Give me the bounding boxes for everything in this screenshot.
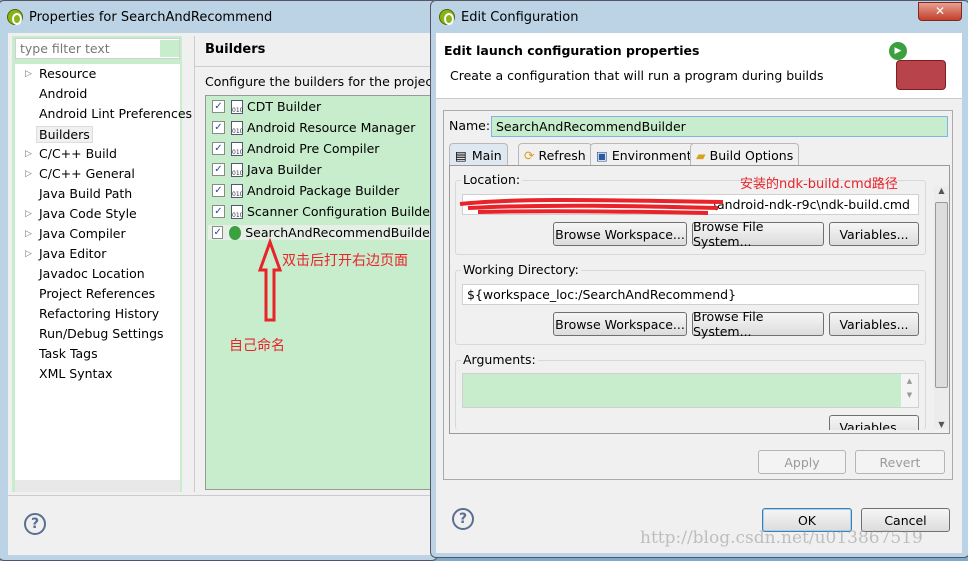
name-input[interactable]: SearchAndRecommendBuilder bbox=[491, 116, 948, 137]
builder-checkbox[interactable]: ✓ bbox=[212, 226, 224, 239]
annotation-ndk-path: 安装的ndk-build.cmd路径 bbox=[740, 177, 898, 192]
apply-button[interactable]: Apply bbox=[758, 450, 846, 474]
filter-input[interactable]: type filter text bbox=[15, 38, 180, 59]
location-variables-button[interactable]: Variables... bbox=[829, 222, 919, 246]
program-builder-icon bbox=[229, 225, 242, 240]
redaction-scribble bbox=[459, 198, 724, 215]
builder-icon: 010 bbox=[231, 183, 243, 198]
tree-item[interactable]: Run/Debug Settings bbox=[39, 326, 164, 341]
tree-item[interactable]: Java Build Path bbox=[39, 186, 132, 201]
expand-arrow-icon[interactable]: ▷ bbox=[25, 169, 32, 179]
workdir-browse-workspace-button[interactable]: Browse Workspace... bbox=[553, 312, 687, 336]
working-directory-input[interactable]: ${workspace_loc:/SearchAndRecommend} bbox=[462, 284, 919, 305]
annotation-double-click: 双击后打开右边页面 bbox=[282, 253, 408, 269]
header-title: Edit launch configuration properties bbox=[444, 43, 700, 58]
builder-checkbox[interactable]: ✓ bbox=[212, 205, 225, 218]
builder-item[interactable]: ✓ SearchAndRecommendBuilder bbox=[208, 225, 435, 240]
eclipse-icon bbox=[7, 9, 23, 25]
builder-label: Android Package Builder bbox=[247, 183, 400, 198]
tree-item[interactable]: Java Editor bbox=[39, 246, 106, 261]
expand-arrow-icon[interactable]: ▷ bbox=[25, 249, 32, 259]
arguments-label: Arguments: bbox=[461, 352, 538, 367]
tab-build-options[interactable]: ▰ Build Options bbox=[690, 143, 800, 166]
tree-item[interactable]: Project References bbox=[39, 286, 155, 301]
tree-item[interactable]: Java Code Style bbox=[39, 206, 137, 221]
name-label: Name: bbox=[449, 118, 491, 133]
tab-environment[interactable]: ▣ Environment bbox=[590, 143, 698, 166]
location-browse-workspace-button[interactable]: Browse Workspace... bbox=[553, 222, 687, 246]
dialog-title: Properties for SearchAndRecommend bbox=[29, 9, 273, 25]
expand-arrow-icon[interactable]: ▷ bbox=[25, 209, 32, 219]
workdir-browse-file-system-button[interactable]: Browse File System... bbox=[692, 309, 824, 339]
builder-icon: 010 bbox=[231, 162, 243, 177]
builder-item[interactable]: ✓ 010 Scanner Configuration Builder bbox=[212, 204, 435, 219]
builder-icon: 010 bbox=[231, 120, 243, 135]
builder-label: Android Pre Compiler bbox=[247, 141, 380, 156]
eclipse-icon bbox=[439, 9, 455, 25]
tree-item[interactable]: Java Compiler bbox=[39, 226, 126, 241]
arguments-variables-button[interactable]: Variables... bbox=[829, 415, 919, 430]
tree-hscrollbar[interactable] bbox=[15, 480, 180, 492]
header-description: Create a configuration that will run a p… bbox=[450, 68, 824, 83]
tree-item[interactable]: Resource bbox=[39, 66, 96, 81]
builder-checkbox[interactable]: ✓ bbox=[212, 184, 225, 197]
tree-item[interactable]: C/C++ General bbox=[39, 166, 135, 181]
watermark: http://blog.csdn.net/u013867519 bbox=[640, 528, 923, 548]
title-bar: Properties for SearchAndRecommend bbox=[0, 1, 437, 33]
expand-arrow-icon[interactable]: ▷ bbox=[25, 229, 32, 239]
builder-icon: 010 bbox=[231, 141, 243, 156]
tree-item[interactable]: Javadoc Location bbox=[39, 266, 145, 281]
dialog-title: Edit Configuration bbox=[461, 9, 579, 25]
builder-checkbox[interactable]: ✓ bbox=[212, 121, 225, 134]
location-label: Location: bbox=[461, 172, 523, 187]
tree-item[interactable]: Task Tags bbox=[39, 346, 98, 361]
main-tab-icon: ▤ bbox=[455, 147, 467, 163]
section-title: Builders bbox=[205, 42, 266, 57]
workdir-variables-button[interactable]: Variables... bbox=[829, 312, 919, 336]
tree-item[interactable]: Refactoring History bbox=[39, 306, 159, 321]
expand-arrow-icon[interactable]: ▷ bbox=[25, 149, 32, 159]
toolbox-icon bbox=[896, 60, 946, 90]
builder-icon: 010 bbox=[231, 99, 243, 114]
tree-item[interactable]: Android Lint Preferences bbox=[39, 106, 192, 121]
environment-icon: ▣ bbox=[596, 147, 608, 163]
builder-icon: 010 bbox=[231, 204, 243, 219]
working-directory-label: Working Directory: bbox=[461, 262, 581, 277]
section-description: Configure the builders for the project: bbox=[205, 74, 442, 89]
arguments-textarea[interactable] bbox=[462, 373, 919, 408]
tree-item[interactable]: XML Syntax bbox=[39, 366, 113, 381]
annotation-own-name: 自己命名 bbox=[229, 338, 285, 354]
tree-item[interactable]: C/C++ Build bbox=[39, 146, 117, 161]
title-bar: Edit Configuration bbox=[431, 1, 968, 33]
builder-item[interactable]: ✓ 010 Android Pre Compiler bbox=[212, 141, 379, 156]
builder-label: Android Resource Manager bbox=[247, 120, 416, 135]
folder-icon: ▰ bbox=[696, 147, 706, 163]
builder-item[interactable]: ✓ 010 Android Package Builder bbox=[212, 183, 399, 198]
location-browse-file-system-button[interactable]: Browse File System... bbox=[692, 219, 824, 249]
builder-label: Java Builder bbox=[247, 162, 322, 177]
builder-checkbox[interactable]: ✓ bbox=[212, 163, 225, 176]
help-icon[interactable]: ? bbox=[24, 513, 46, 535]
run-icon: ▶ bbox=[889, 42, 907, 60]
builder-checkbox[interactable]: ✓ bbox=[212, 142, 225, 155]
refresh-icon: ⟳ bbox=[524, 147, 535, 163]
close-button[interactable]: ✕ bbox=[918, 2, 962, 21]
revert-button[interactable]: Revert bbox=[855, 450, 945, 474]
builder-item[interactable]: ✓ 010 Java Builder bbox=[212, 162, 322, 177]
builder-label: CDT Builder bbox=[247, 99, 322, 114]
red-arrow bbox=[257, 238, 283, 322]
builder-item[interactable]: ✓ 010 Android Resource Manager bbox=[212, 120, 415, 135]
help-icon[interactable]: ? bbox=[452, 508, 474, 530]
tree-item[interactable]: Android bbox=[39, 86, 87, 101]
tree-item[interactable]: Builders bbox=[36, 126, 93, 143]
expand-arrow-icon[interactable]: ▷ bbox=[25, 69, 32, 79]
builder-label: Scanner Configuration Builder bbox=[247, 204, 436, 219]
tab-main[interactable]: ▤ Main bbox=[449, 143, 508, 166]
builder-checkbox[interactable]: ✓ bbox=[212, 100, 225, 113]
tab-refresh[interactable]: ⟳ Refresh bbox=[518, 143, 592, 166]
vertical-scrollbar[interactable]: ▲ ▼ bbox=[934, 186, 949, 429]
builder-item[interactable]: ✓ 010 CDT Builder bbox=[212, 99, 321, 114]
